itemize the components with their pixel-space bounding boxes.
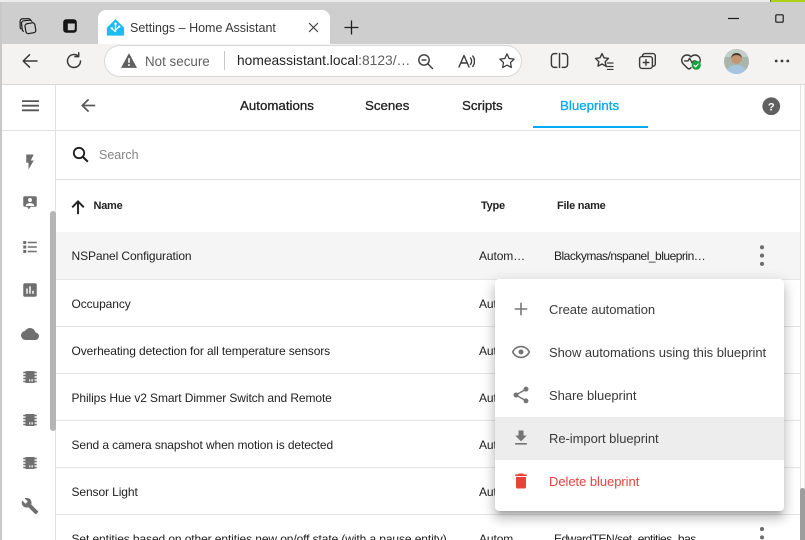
svg-text:?: ?	[768, 101, 775, 113]
